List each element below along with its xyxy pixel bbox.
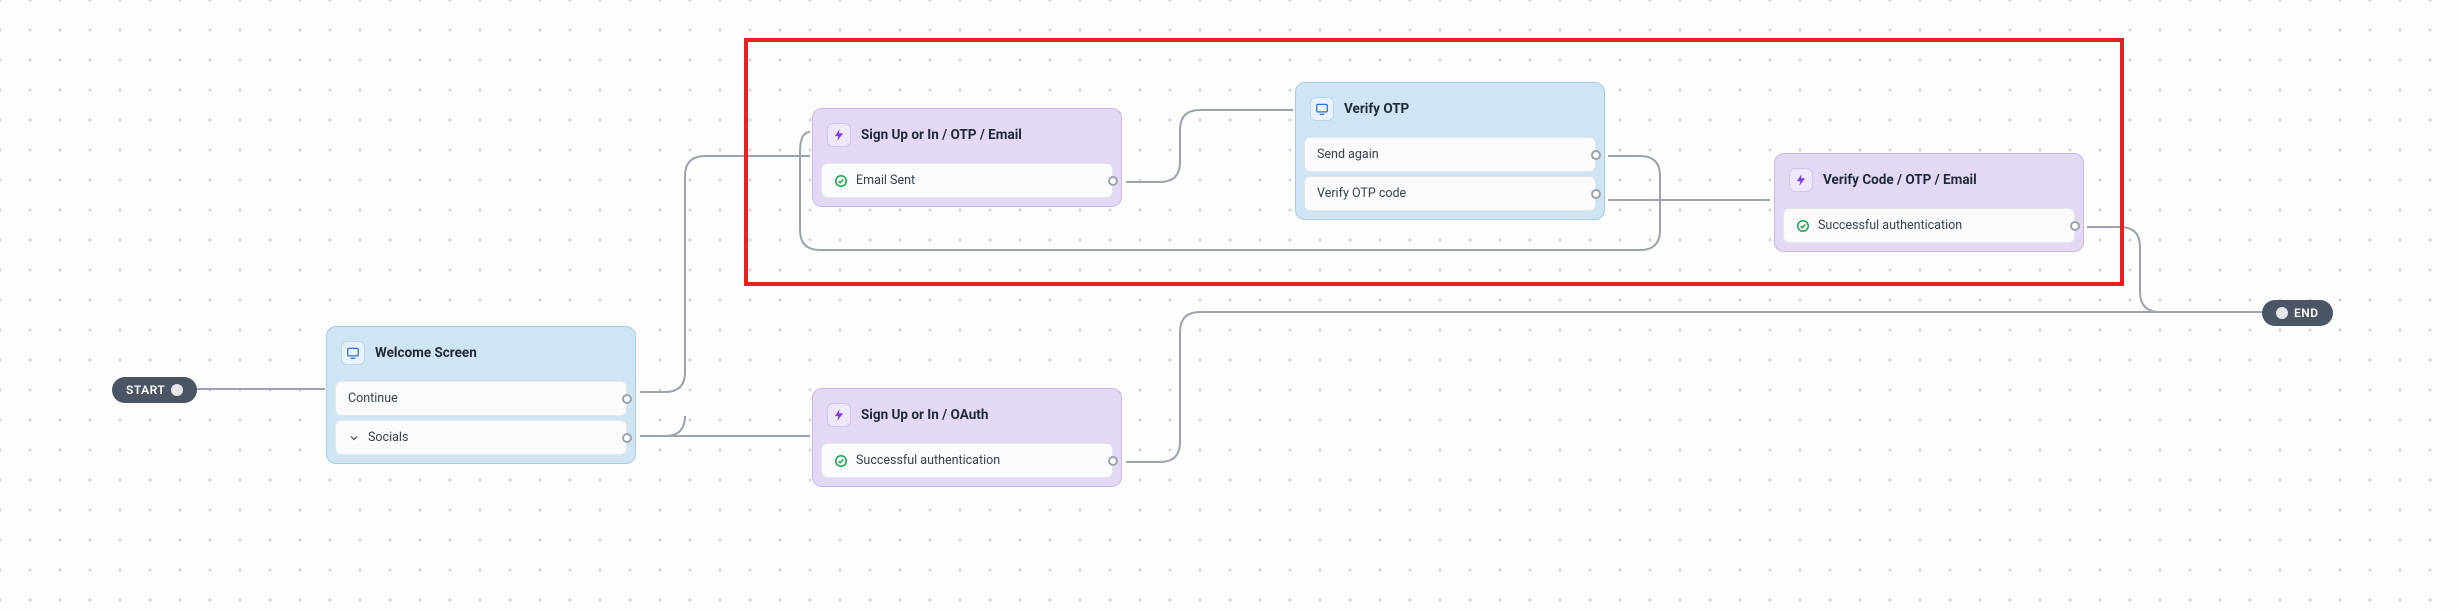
end-pill: END: [2262, 300, 2333, 326]
end-port: [2276, 307, 2288, 319]
node-title: Sign Up or In / OAuth: [861, 407, 988, 423]
start-pill: START: [112, 377, 197, 403]
row-send-again[interactable]: Send again: [1304, 137, 1596, 172]
row-continue[interactable]: Continue: [335, 381, 627, 416]
row-label: Email Sent: [856, 173, 915, 188]
output-port[interactable]: [2070, 221, 2080, 231]
check-circle-icon: [1796, 219, 1810, 233]
row-label: Send again: [1317, 147, 1379, 162]
node-header: Verify OTP: [1304, 91, 1596, 133]
node-verify-otp[interactable]: Verify OTP Send again Verify OTP code: [1295, 82, 1605, 220]
output-port[interactable]: [1108, 456, 1118, 466]
node-title: Welcome Screen: [375, 345, 477, 361]
chevron-down-icon: [348, 432, 360, 444]
check-circle-icon: [834, 174, 848, 188]
node-header: Verify Code / OTP / Email: [1783, 162, 2075, 204]
row-label: Socials: [368, 430, 408, 445]
node-welcome-screen[interactable]: Welcome Screen Continue Socials: [326, 326, 636, 464]
row-socials[interactable]: Socials: [335, 420, 627, 455]
row-label: Successful authentication: [856, 453, 1000, 468]
node-header: Welcome Screen: [335, 335, 627, 377]
node-title: Sign Up or In / OTP / Email: [861, 127, 1022, 143]
start-port: [171, 384, 183, 396]
flow-canvas[interactable]: START END Welcome Screen Continue Social…: [0, 0, 2458, 612]
node-header: Sign Up or In / OAuth: [821, 397, 1113, 439]
screen-icon: [341, 341, 365, 365]
bolt-icon: [827, 123, 851, 147]
node-verify-code-otp-email[interactable]: Verify Code / OTP / Email Successful aut…: [1774, 153, 2084, 252]
row-success-auth[interactable]: Successful authentication: [1783, 208, 2075, 243]
connection-wires: [0, 0, 2458, 612]
bolt-icon: [1789, 168, 1813, 192]
node-title: Verify OTP: [1344, 101, 1409, 117]
node-signup-oauth[interactable]: Sign Up or In / OAuth Successful authent…: [812, 388, 1122, 487]
end-label: END: [2294, 306, 2319, 320]
row-success-auth[interactable]: Successful authentication: [821, 443, 1113, 478]
node-header: Sign Up or In / OTP / Email: [821, 117, 1113, 159]
output-port[interactable]: [1108, 176, 1118, 186]
output-port[interactable]: [1591, 150, 1601, 160]
start-label: START: [126, 383, 165, 397]
row-label: Successful authentication: [1818, 218, 1962, 233]
row-email-sent[interactable]: Email Sent: [821, 163, 1113, 198]
output-port[interactable]: [622, 433, 632, 443]
node-title: Verify Code / OTP / Email: [1823, 172, 1977, 188]
output-port[interactable]: [1591, 189, 1601, 199]
node-signup-otp-email[interactable]: Sign Up or In / OTP / Email Email Sent: [812, 108, 1122, 207]
output-port[interactable]: [622, 394, 632, 404]
row-verify-code[interactable]: Verify OTP code: [1304, 176, 1596, 211]
check-circle-icon: [834, 454, 848, 468]
row-label: Verify OTP code: [1317, 186, 1406, 201]
screen-icon: [1310, 97, 1334, 121]
row-label: Continue: [348, 391, 398, 406]
bolt-icon: [827, 403, 851, 427]
